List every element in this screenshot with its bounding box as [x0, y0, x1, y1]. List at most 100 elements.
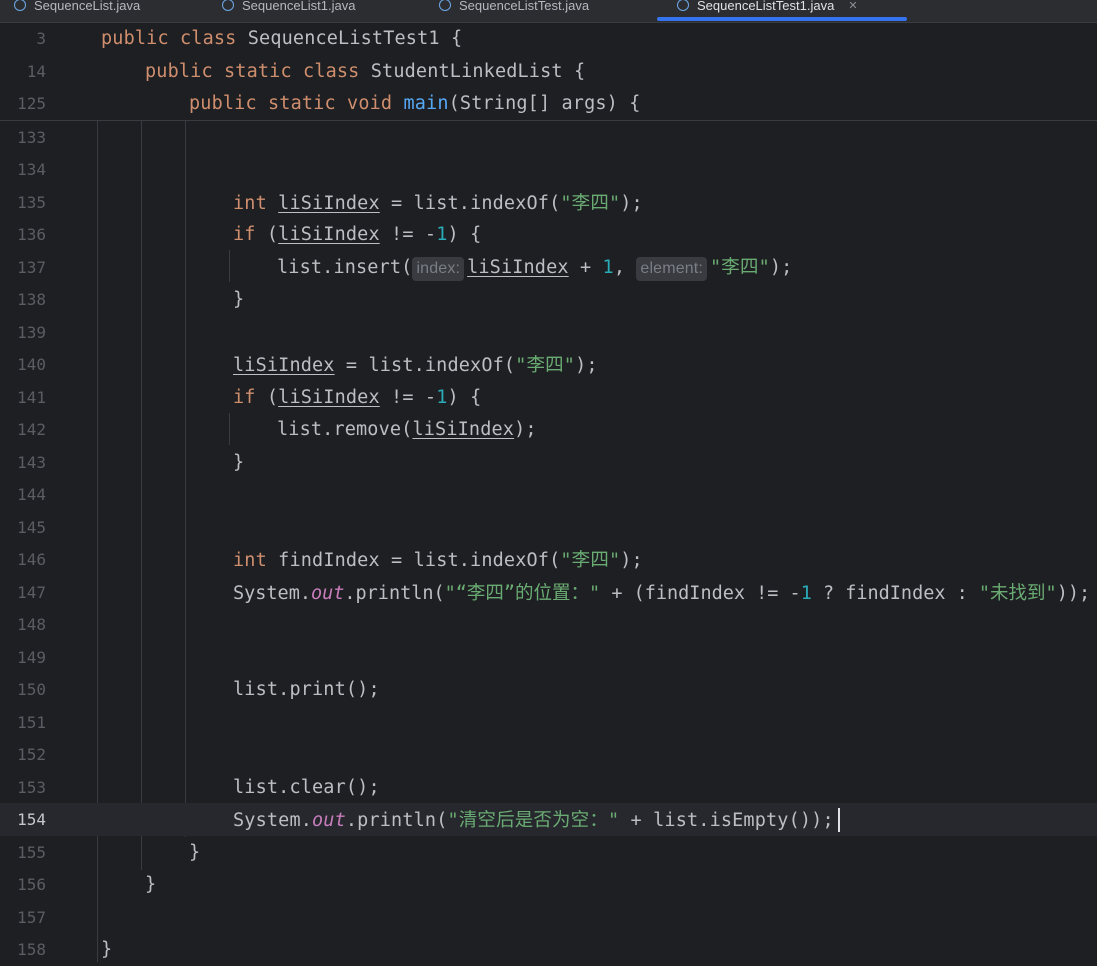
code-text[interactable]: }: [233, 289, 244, 310]
line-number: 145: [17, 517, 46, 537]
string-literal: "李四": [515, 355, 576, 377]
code-line-137[interactable]: 137 list.insert(index: liSiIndex + 1, ele…: [0, 251, 1097, 284]
code-line-152[interactable]: 152: [0, 738, 1097, 771]
sticky-line-125[interactable]: 125 public static void main(String[] arg…: [0, 87, 1097, 120]
code-text[interactable]: public static class StudentLinkedList {: [145, 61, 585, 82]
code-line-133[interactable]: 133: [0, 121, 1097, 154]
code-line-157[interactable]: 157: [0, 901, 1097, 934]
code-line-145[interactable]: 145: [0, 511, 1097, 544]
line-number: 152: [17, 744, 46, 764]
code-text[interactable]: liSiIndex = list.indexOf("李四");: [233, 351, 598, 377]
code-line-154[interactable]: 154 System.out.println("清空后是否为空：" + list…: [0, 803, 1097, 836]
line-number: 136: [17, 224, 46, 244]
method-name: main: [403, 92, 449, 114]
code-token: != -: [379, 386, 437, 408]
code-line-148[interactable]: 148: [0, 608, 1097, 641]
code-text[interactable]: int findIndex = list.indexOf("李四");: [233, 546, 643, 572]
code-line-156[interactable]: 156 }: [0, 868, 1097, 901]
code-line-141[interactable]: 141 if (liSiIndex != -1) {: [0, 381, 1097, 414]
line-number: 125: [17, 93, 46, 113]
keyword: public static class: [145, 60, 360, 82]
code-text[interactable]: int liSiIndex = list.indexOf("李四");: [233, 189, 643, 215]
string-literal: "李四": [710, 257, 770, 279]
code-text[interactable]: list.insert(index: liSiIndex + 1, element…: [277, 253, 793, 282]
code-token: );: [620, 550, 643, 572]
code-line-136[interactable]: 136 if (liSiIndex != -1) {: [0, 218, 1097, 251]
code-token: ,: [613, 257, 637, 279]
code-text[interactable]: System.out.println("“李四”的位置：" + (findInd…: [233, 579, 1090, 605]
line-number: 156: [17, 874, 46, 894]
code-token: (: [255, 223, 279, 245]
code-token: (String[] args) {: [448, 92, 641, 114]
java-class-icon: [439, 0, 451, 11]
code-line-135[interactable]: 135 int liSiIndex = list.indexOf("李四");: [0, 186, 1097, 219]
code-token: );: [769, 257, 793, 279]
code-token: list.remove(: [277, 418, 413, 440]
code-line-146[interactable]: 146 int findIndex = list.indexOf("李四");: [0, 543, 1097, 576]
static-field: out: [310, 583, 345, 605]
java-class-icon: [677, 0, 689, 11]
string-literal: "清空后是否为空：": [447, 810, 620, 832]
code-line-158[interactable]: 158 }: [0, 933, 1097, 966]
number-literal: 1: [436, 386, 448, 408]
code-text[interactable]: public class SequenceListTest1 {: [101, 28, 462, 49]
sticky-line-3[interactable]: 3 public class SequenceListTest1 {: [0, 22, 1097, 55]
code-text[interactable]: }: [233, 452, 244, 473]
tab-sequencelist[interactable]: SequenceList.java: [14, 0, 140, 19]
string-literal: "李四": [560, 193, 621, 215]
code-line-143[interactable]: 143 }: [0, 446, 1097, 479]
code-line-153[interactable]: 153 list.clear();: [0, 771, 1097, 804]
code-line-144[interactable]: 144: [0, 478, 1097, 511]
code-line-138[interactable]: 138 }: [0, 283, 1097, 316]
code-text[interactable]: }: [145, 874, 156, 895]
line-number: 142: [17, 419, 46, 439]
code-text[interactable]: list.clear();: [233, 777, 380, 798]
text-caret: [838, 808, 840, 832]
line-number: 138: [17, 289, 46, 309]
code-text[interactable]: System.out.println("清空后是否为空：" + list.isE…: [233, 806, 834, 832]
code-text[interactable]: list.print();: [233, 679, 380, 700]
code-text[interactable]: list.remove(liSiIndex);: [277, 419, 537, 440]
code-token: findIndex = list.indexOf(: [266, 550, 561, 572]
code-line-155[interactable]: 155 }: [0, 836, 1097, 869]
line-number: 157: [17, 907, 46, 927]
code-line-151[interactable]: 151: [0, 706, 1097, 739]
code-token: = list.indexOf(: [334, 355, 516, 377]
tab-sequencelist1[interactable]: SequenceList1.java: [222, 0, 355, 19]
code-text[interactable]: }: [101, 939, 112, 960]
code-text[interactable]: if (liSiIndex != -1) {: [233, 387, 481, 408]
number-literal: 1: [602, 257, 614, 279]
code-token: System.: [233, 810, 313, 832]
number-literal: 1: [800, 583, 812, 605]
keyword: if: [233, 386, 256, 408]
keyword: if: [233, 223, 256, 245]
code-line-140[interactable]: 140 liSiIndex = list.indexOf("李四");: [0, 348, 1097, 381]
tab-label: SequenceList.java: [34, 0, 141, 13]
tab-label: SequenceListTest1.java: [697, 0, 835, 13]
line-number: 155: [17, 842, 46, 862]
code-text[interactable]: }: [189, 842, 200, 863]
tab-sequencelisttest[interactable]: SequenceListTest.java: [439, 0, 589, 19]
code-token: + (findIndex != -: [600, 583, 801, 605]
line-number: 143: [17, 452, 46, 472]
code-token: ? findIndex :: [811, 583, 979, 605]
line-number: 140: [17, 354, 46, 374]
code-line-147[interactable]: 147 System.out.println("“李四”的位置：" + (fin…: [0, 576, 1097, 609]
keyword: public class: [101, 27, 237, 49]
sticky-line-14[interactable]: 14 public static class StudentLinkedList…: [0, 55, 1097, 88]
code-token: ));: [1056, 583, 1091, 605]
code-line-139[interactable]: 139: [0, 316, 1097, 349]
code-token: StudentLinkedList {: [359, 60, 586, 82]
code-text[interactable]: public static void main(String[] args) {: [189, 93, 641, 114]
line-number: 154: [17, 809, 46, 829]
code-line-134[interactable]: 134: [0, 153, 1097, 186]
code-token: != -: [379, 223, 437, 245]
code-text[interactable]: if (liSiIndex != -1) {: [233, 224, 481, 245]
code-line-149[interactable]: 149: [0, 641, 1097, 674]
code-line-142[interactable]: 142 list.remove(liSiIndex);: [0, 413, 1097, 446]
close-icon[interactable]: ✕: [848, 0, 857, 12]
code-line-150[interactable]: 150 list.print();: [0, 673, 1097, 706]
line-number: 135: [17, 192, 46, 212]
variable: liSiIndex: [278, 386, 380, 408]
java-class-icon: [222, 0, 234, 11]
